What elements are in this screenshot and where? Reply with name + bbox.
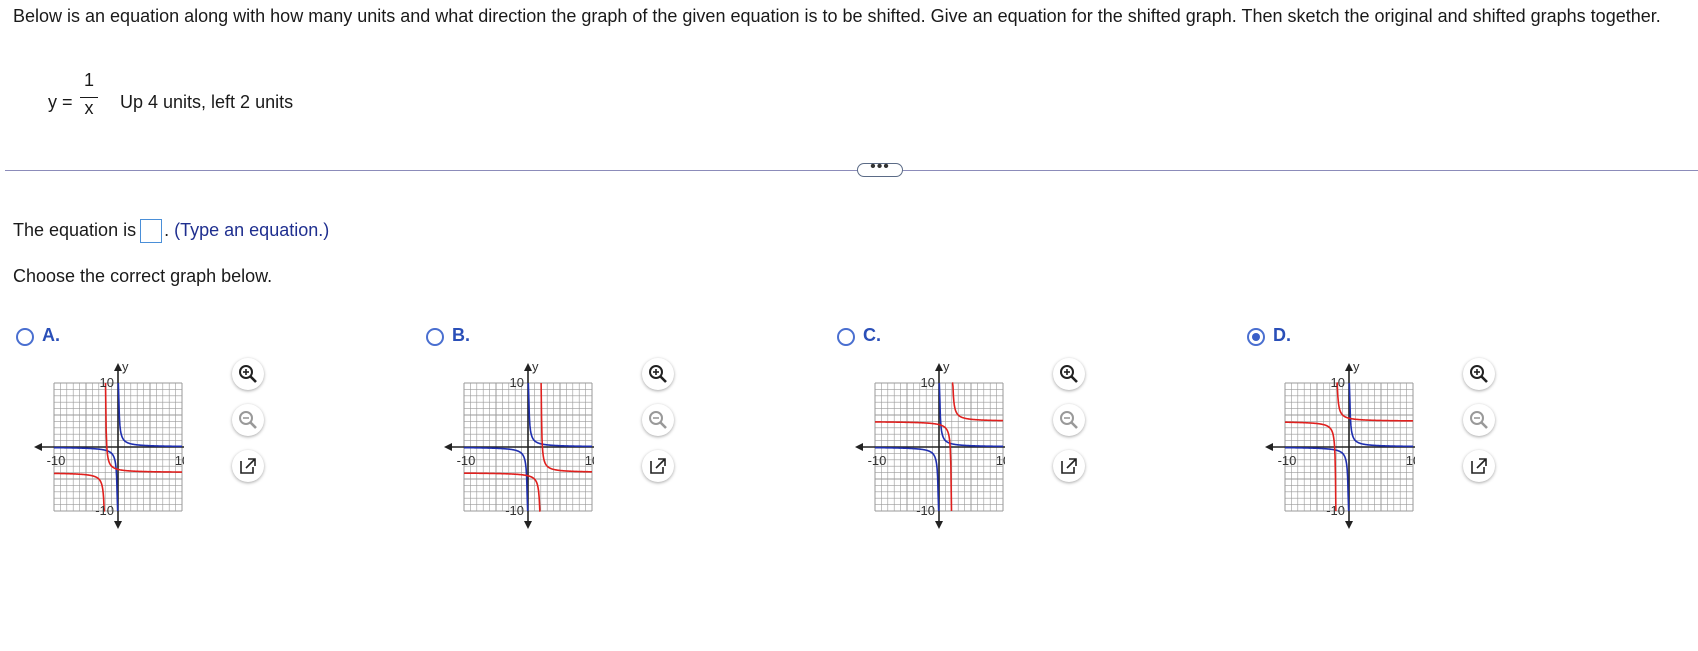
y-max-label: 10 [510,375,524,390]
y-max-label: 10 [100,375,114,390]
choice-b-radio[interactable] [426,328,444,346]
choice-c[interactable]: C.yx10-10-1010 [835,325,1095,555]
choice-a-label: A. [42,325,60,345]
zoom-out-button[interactable] [1053,404,1085,436]
more-dots-icon: ••• [870,158,890,175]
equation-answer-input[interactable] [140,219,163,243]
y-axis-label: y [943,359,950,374]
choice-b-graph: yx10-10-1010 [444,355,610,540]
x-max-label: 10 [585,453,594,468]
choice-c-radio[interactable] [837,328,855,346]
zoom-in-button[interactable] [1053,358,1085,390]
y-max-label: 10 [921,375,935,390]
zoom-out-button[interactable] [232,404,264,436]
x-min-label: -10 [1278,453,1297,468]
zoom-in-icon [1060,365,1078,383]
zoom-out-button[interactable] [1463,404,1495,436]
graph-a: yx10-10-1010 [34,359,200,529]
zoom-out-icon [649,411,667,429]
graph-b: yx10-10-1010 [444,359,610,529]
zoom-in-icon [239,365,257,383]
open-external-icon [1061,458,1077,474]
choice-a[interactable]: A.yx10-10-1010 [14,325,274,555]
y-axis-label: y [1353,359,1360,374]
zoom-out-button[interactable] [642,404,674,436]
zoom-out-icon [1470,411,1488,429]
choice-c-label: C. [863,325,881,345]
shift-description: Up 4 units, left 2 units [120,92,294,112]
equation-question: The equation is. (Type an equation.) [13,219,329,243]
open-graph-button[interactable] [1463,450,1495,482]
section-divider [5,170,1698,171]
fraction-numerator: 1 [83,70,94,90]
y-min-label: -10 [1326,503,1345,518]
zoom-in-icon [1470,365,1488,383]
choice-d-graph: yx10-10-1010 [1265,355,1431,540]
instructions: Below is an equation along with how many… [13,6,1661,26]
expand-button[interactable]: ••• [857,158,903,177]
equation-question-suffix: . [164,220,170,240]
open-external-icon [240,458,256,474]
x-max-label: 10 [1406,453,1415,468]
choice-c-graph: yx10-10-1010 [855,355,1021,540]
zoom-out-icon [1060,411,1078,429]
choice-a-radio[interactable] [16,328,34,346]
zoom-out-icon [239,411,257,429]
y-axis-label: y [532,359,539,374]
zoom-in-icon [649,365,667,383]
open-graph-button[interactable] [1053,450,1085,482]
equation-lhs: y = [48,92,73,112]
open-graph-button[interactable] [642,450,674,482]
zoom-in-button[interactable] [642,358,674,390]
open-graph-button[interactable] [232,450,264,482]
choice-b[interactable]: B.yx10-10-1010 [424,325,684,555]
graph-question: Choose the correct graph below. [13,266,273,286]
y-axis-label: y [122,359,129,374]
graph-c: yx10-10-1010 [855,359,1021,529]
choice-d-label: D. [1273,325,1291,345]
zoom-in-button[interactable] [1463,358,1495,390]
fraction-denominator: x [84,98,94,118]
x-min-label: -10 [47,453,66,468]
x-max-label: 10 [175,453,184,468]
y-max-label: 10 [1331,375,1345,390]
choice-d-radio[interactable] [1247,328,1265,346]
equation-hint: (Type an equation.) [174,220,330,240]
choice-b-label: B. [452,325,470,345]
y-min-label: -10 [505,503,524,518]
equation-question-prefix: The equation is [13,220,137,240]
y-min-label: -10 [916,503,935,518]
x-max-label: 10 [996,453,1005,468]
y-min-label: -10 [95,503,114,518]
open-external-icon [650,458,666,474]
open-external-icon [1471,458,1487,474]
graph-d: yx10-10-1010 [1265,359,1431,529]
x-min-label: -10 [457,453,476,468]
x-min-label: -10 [868,453,887,468]
zoom-in-button[interactable] [232,358,264,390]
choice-d[interactable]: D.yx10-10-1010 [1245,325,1505,555]
choice-a-graph: yx10-10-1010 [34,355,200,540]
